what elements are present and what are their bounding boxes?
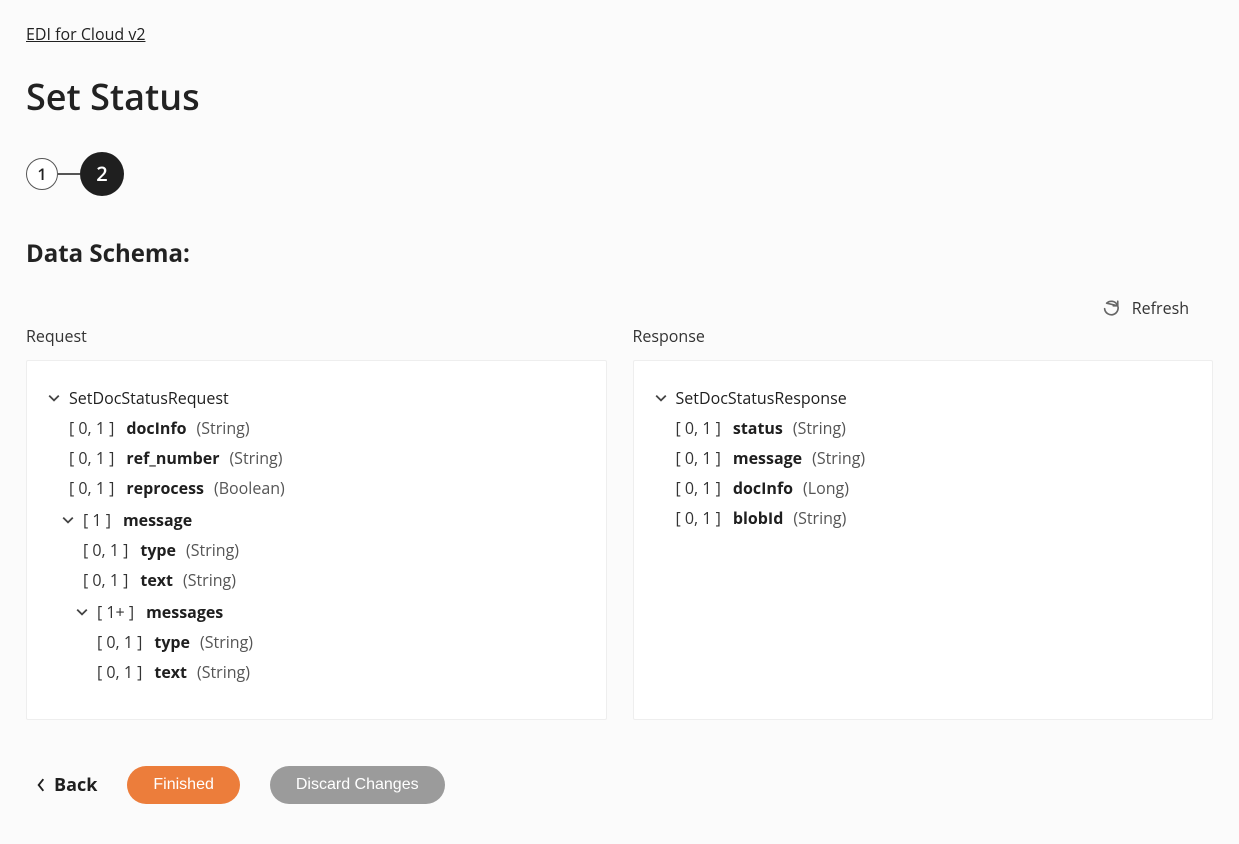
page-title: Set Status [26,70,1213,124]
refresh-row: Refresh [26,296,1213,320]
tree-leaf[interactable]: [ 0, 1 ] text (String) [83,565,586,595]
footer: Back Finished Discard Changes [26,766,1213,804]
tree-leaf[interactable]: [ 0, 1 ] status (String) [676,413,1193,443]
tree-leaf[interactable]: [ 0, 1 ] text (String) [97,657,586,687]
response-label: Response [633,324,1214,348]
tree-node-label: SetDocStatusResponse [676,386,847,410]
tree-leaf[interactable]: [ 0, 1 ] message (String) [676,443,1193,473]
step-indicator: 1 2 [26,152,1213,196]
chevron-down-icon[interactable] [654,391,668,405]
tree-node[interactable]: [ 1+ ] messages [75,597,586,627]
tree-leaf[interactable]: [ 0, 1 ] docInfo (String) [69,413,586,443]
tree-node-label: SetDocStatusRequest [69,386,229,410]
refresh-icon[interactable] [1102,299,1120,317]
step-1[interactable]: 1 [26,158,58,190]
breadcrumb-link[interactable]: EDI for Cloud v2 [26,23,145,45]
tree-leaf[interactable]: [ 0, 1 ] type (String) [83,535,586,565]
finished-button[interactable]: Finished [127,766,239,804]
chevron-left-icon [36,778,46,792]
tree-leaf[interactable]: [ 0, 1 ] reprocess (Boolean) [69,473,586,503]
back-button[interactable]: Back [36,772,97,799]
request-panel: SetDocStatusRequest [ 0, 1 ] docInfo (St… [26,360,607,720]
request-label: Request [26,324,607,348]
tree-leaf[interactable]: [ 0, 1 ] blobId (String) [676,503,1193,533]
tree-node-root[interactable]: SetDocStatusRequest [47,383,586,413]
response-panel: SetDocStatusResponse [ 0, 1 ] status (St… [633,360,1214,720]
tree-node[interactable]: [ 1 ] message [61,505,586,535]
chevron-down-icon[interactable] [47,391,61,405]
section-heading: Data Schema: [26,236,1213,272]
response-column: Response SetDocStatusResponse [ 0, 1 ] s… [633,324,1214,720]
step-2[interactable]: 2 [80,152,124,196]
chevron-down-icon[interactable] [61,513,75,527]
tree-leaf[interactable]: [ 0, 1 ] type (String) [97,627,586,657]
step-connector [58,173,80,175]
breadcrumb: EDI for Cloud v2 [26,22,1213,46]
tree-leaf[interactable]: [ 0, 1 ] ref_number (String) [69,443,586,473]
chevron-down-icon[interactable] [75,605,89,619]
refresh-label[interactable]: Refresh [1132,296,1189,320]
discard-changes-button[interactable]: Discard Changes [270,766,445,804]
tree-leaf[interactable]: [ 0, 1 ] docInfo (Long) [676,473,1193,503]
tree-node-root[interactable]: SetDocStatusResponse [654,383,1193,413]
request-column: Request SetDocStatusRequest [ 0, 1 ] doc… [26,324,607,720]
